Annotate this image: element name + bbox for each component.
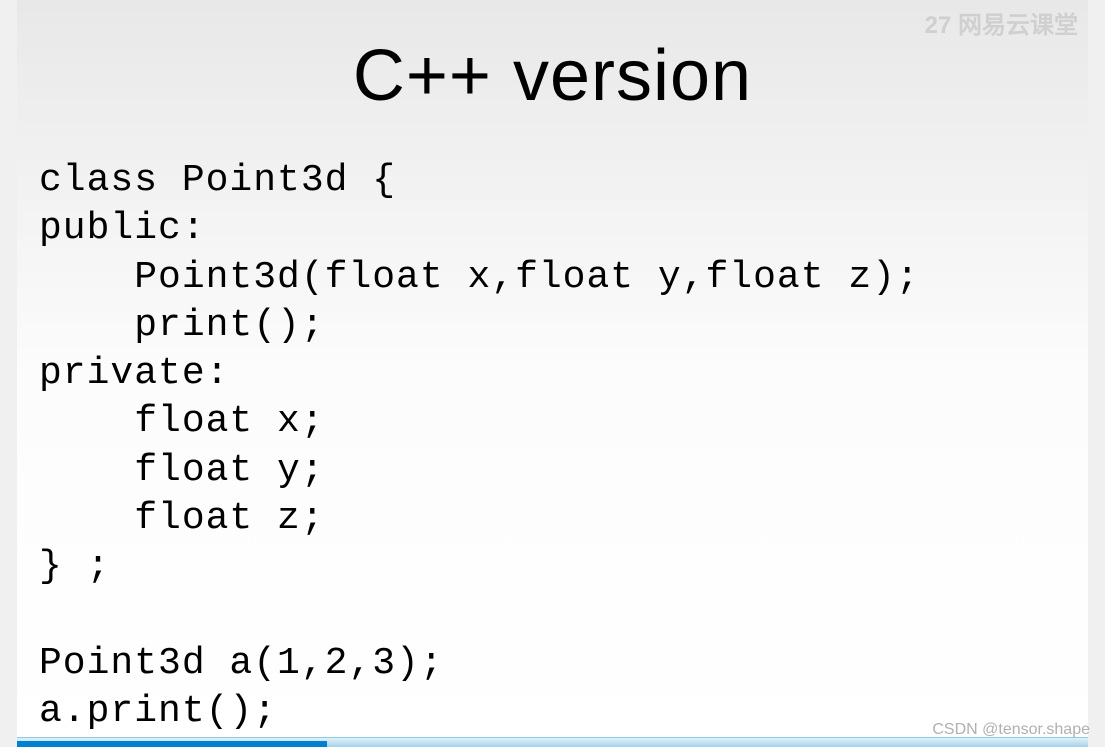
- slide-container: C++ version class Point3d { public: Poin…: [17, 0, 1088, 747]
- watermark-top-right: 27 网易云课堂: [925, 5, 1078, 40]
- watermark-bottom-right: CSDN @tensor.shape: [932, 721, 1090, 739]
- slide-title: C++ version: [17, 35, 1088, 117]
- progress-bar: [17, 741, 327, 747]
- code-block: class Point3d { public: Point3d(float x,…: [39, 157, 1088, 736]
